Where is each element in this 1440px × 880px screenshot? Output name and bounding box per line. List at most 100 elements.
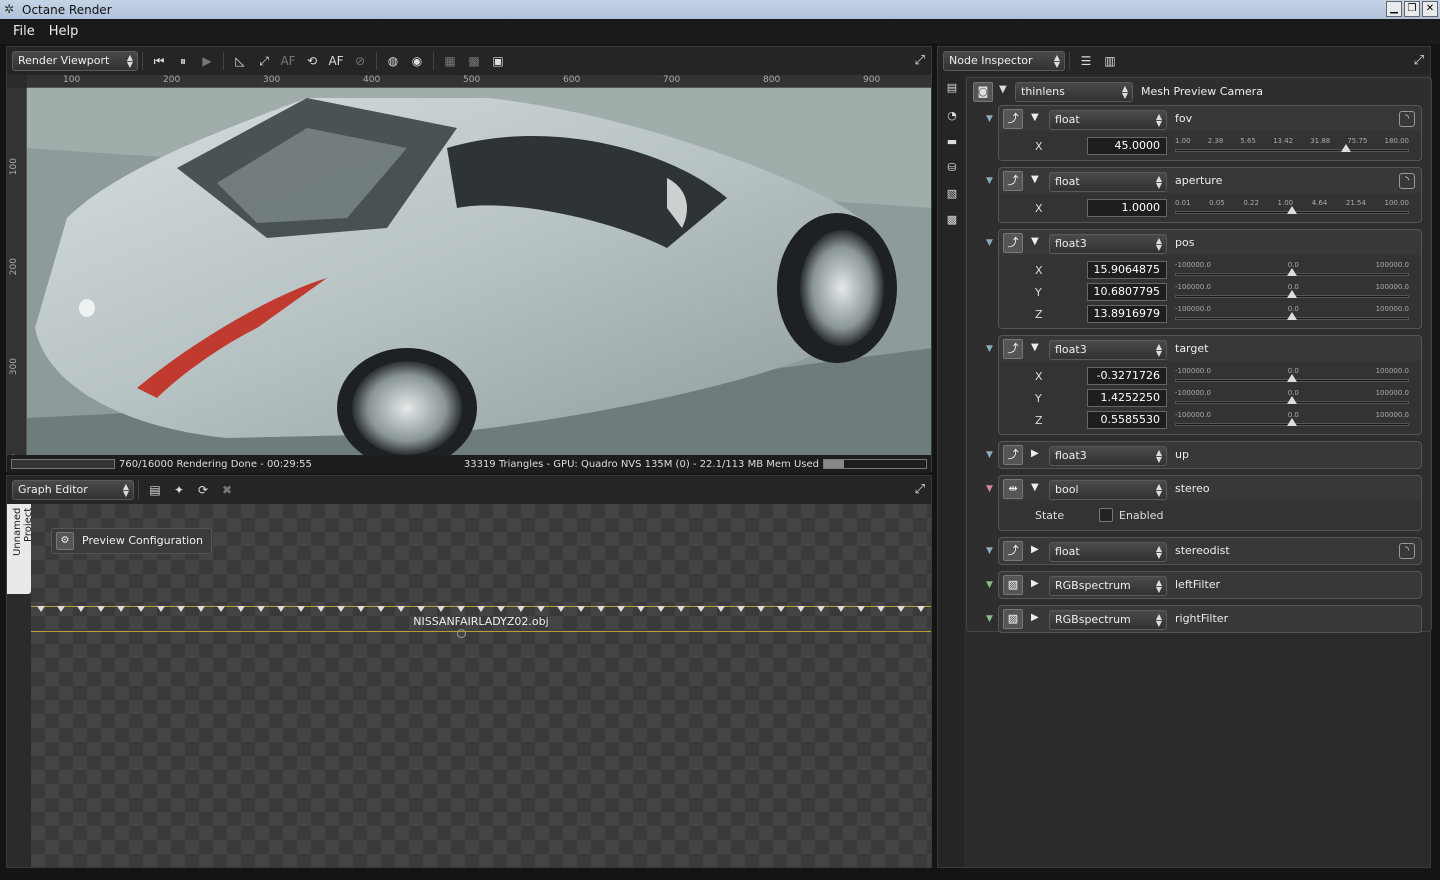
camera-type-selector[interactable]: thinlens ▲ ▼ <box>1015 82 1133 102</box>
resume-render-icon[interactable]: ▶ <box>195 51 219 71</box>
mesh-input-pin[interactable] <box>177 606 185 612</box>
collapse-triangle-icon[interactable]: ▼ <box>1031 174 1039 185</box>
mesh-input-pin[interactable] <box>277 606 285 612</box>
attribute-slider[interactable]: 1.00 2.38 5.65 13.42 31.88 75.75 180.00 <box>1175 137 1409 155</box>
recenter-icon[interactable]: ⟲ <box>300 51 324 71</box>
graph-canvas[interactable]: ⚙ Preview Configuration NISSANFAIRLADYZ0… <box>31 504 931 867</box>
mesh-input-pin[interactable] <box>837 606 845 612</box>
mesh-input-pin[interactable] <box>257 606 265 612</box>
pin-expand-icon[interactable]: ▼ <box>986 114 993 124</box>
attribute-value-field[interactable]: -0.3271726 <box>1087 367 1167 385</box>
slider-thumb[interactable] <box>1340 144 1351 152</box>
pin-expand-icon[interactable]: ▼ <box>986 614 993 624</box>
stereo-enabled-checkbox[interactable] <box>1099 508 1113 522</box>
camera-icon[interactable]: ◔ <box>944 109 960 125</box>
preview-configuration-node[interactable]: ⚙ Preview Configuration <box>51 528 212 554</box>
kernel-icon[interactable]: ▩ <box>944 213 960 229</box>
autofocus-button[interactable]: AF <box>324 51 348 71</box>
mesh-input-pin[interactable] <box>357 606 365 612</box>
mesh-input-pin[interactable] <box>117 606 125 612</box>
mesh-input-pin[interactable] <box>237 606 245 612</box>
restart-render-icon[interactable]: ⏮ <box>147 51 171 71</box>
node-type-selector[interactable]: float ▲ ▼ <box>1049 110 1167 130</box>
curve-icon[interactable]: ◝ <box>1399 173 1415 189</box>
object-picker-icon[interactable]: ◉ <box>405 51 429 71</box>
slider-thumb[interactable] <box>1287 312 1297 320</box>
mesh-input-pin[interactable] <box>557 606 565 612</box>
node-type-icon[interactable]: ⤴ <box>1003 541 1023 561</box>
mesh-input-pin[interactable] <box>677 606 685 612</box>
mesh-input-pin[interactable] <box>517 606 525 612</box>
mesh-input-pin[interactable] <box>477 606 485 612</box>
mesh-input-pin[interactable] <box>657 606 665 612</box>
node-type-icon[interactable]: ⤴ <box>1003 109 1023 129</box>
collapse-all-icon[interactable]: ☰ <box>1074 51 1098 71</box>
mesh-input-pin[interactable] <box>497 606 505 612</box>
mesh-input-pin[interactable] <box>597 606 605 612</box>
mesh-input-pin[interactable] <box>297 606 305 612</box>
menu-help[interactable]: Help <box>42 24 86 39</box>
close-button[interactable]: ✕ <box>1422 1 1438 17</box>
slider-thumb[interactable] <box>1287 374 1297 382</box>
pin-expand-icon[interactable]: ▼ <box>986 176 993 186</box>
pin-expand-icon[interactable]: ▼ <box>986 580 993 590</box>
project-side-tab[interactable]: Unnamed Project <box>7 504 34 594</box>
pin-expand-icon[interactable]: ▼ <box>986 484 993 494</box>
autofocus-dim-icon[interactable]: AF <box>276 51 300 71</box>
mesh-input-pin[interactable] <box>637 606 645 612</box>
render-image[interactable] <box>27 88 931 455</box>
node-row-up[interactable]: ⤴ ▶ float3 ▲ ▼ up <box>998 441 1422 469</box>
mesh-input-pin[interactable] <box>917 606 925 612</box>
node-row-pos[interactable]: ⤴ ▼ float3 ▲ ▼ pos <box>998 229 1422 257</box>
pause-render-icon[interactable]: ⏸ <box>171 51 195 71</box>
attribute-value-field[interactable]: 13.8916979 <box>1087 305 1167 323</box>
mesh-input-pin[interactable] <box>437 606 445 612</box>
slider-thumb[interactable] <box>1287 396 1297 404</box>
mesh-input-pin[interactable] <box>337 606 345 612</box>
viewport-selector[interactable]: Render Viewport ▲ ▼ <box>12 51 138 71</box>
expand-triangle-icon[interactable]: ▶ <box>1031 544 1039 555</box>
node-type-icon[interactable]: ⤴ <box>1003 339 1023 359</box>
delete-node-icon[interactable]: ✖ <box>215 480 239 500</box>
mesh-input-pin[interactable] <box>157 606 165 612</box>
camera-node-icon[interactable]: ◙ <box>973 82 993 102</box>
mesh-icon[interactable]: ⛁ <box>944 161 960 177</box>
attribute-value-field[interactable]: 15.9064875 <box>1087 261 1167 279</box>
node-type-selector[interactable]: RGBspectrum ▲ ▼ <box>1049 576 1167 596</box>
mesh-input-pin[interactable] <box>877 606 885 612</box>
curve-icon[interactable]: ◝ <box>1399 111 1415 127</box>
mesh-input-pin[interactable] <box>757 606 765 612</box>
pin-expand-icon[interactable]: ▼ <box>986 546 993 556</box>
node-row-stereo[interactable]: ⇹ ▼ bool ▲ ▼ stereo <box>998 475 1422 503</box>
maximize-inspector-icon[interactable]: ⤢ <box>1414 53 1424 68</box>
attribute-value-field[interactable]: 0.5585530 <box>1087 411 1167 429</box>
node-type-selector[interactable]: RGBspectrum ▲ ▼ <box>1049 610 1167 630</box>
slider-thumb[interactable] <box>1287 206 1297 214</box>
node-row-aperture[interactable]: ⤴ ▼ float ▲ ▼ aperture ◝ <box>998 167 1422 195</box>
mesh-node[interactable]: NISSANFAIRLADYZ02.obj <box>31 606 931 638</box>
render-target-icon[interactable]: ▤ <box>944 81 960 97</box>
mesh-input-pin[interactable] <box>397 606 405 612</box>
attribute-slider[interactable]: -100000.0 0.0 100000.0 <box>1175 389 1409 407</box>
zoom-region-icon[interactable]: ⤢ <box>252 51 276 71</box>
mesh-input-pin[interactable] <box>457 606 465 612</box>
slider-thumb[interactable] <box>1287 418 1297 426</box>
curve-icon[interactable]: ◝ <box>1399 543 1415 559</box>
attribute-value-field[interactable]: 45.0000 <box>1087 137 1167 155</box>
mesh-input-pin[interactable] <box>737 606 745 612</box>
collapse-triangle-icon[interactable]: ▼ <box>1031 112 1039 123</box>
mesh-output-pin[interactable] <box>457 629 466 638</box>
attribute-slider[interactable]: -100000.0 0.0 100000.0 <box>1175 367 1409 385</box>
imager-icon[interactable]: ▬ <box>944 135 960 151</box>
mesh-input-pin[interactable] <box>97 606 105 612</box>
attribute-value-field[interactable]: 1.0000 <box>1087 199 1167 217</box>
maximize-graph-editor-icon[interactable]: ⤢ <box>915 482 925 497</box>
refresh-graph-icon[interactable]: ⟳ <box>191 480 215 500</box>
node-type-selector[interactable]: float3 ▲ ▼ <box>1049 340 1167 360</box>
expand-triangle-icon[interactable]: ▶ <box>1031 448 1039 459</box>
mesh-input-pin[interactable] <box>37 606 45 612</box>
node-row-leftFilter[interactable]: ▨ ▶ RGBspectrum ▲ ▼ leftFilter <box>998 571 1422 599</box>
node-row-stereodist[interactable]: ⤴ ▶ float ▲ ▼ stereodist ◝ <box>998 537 1422 565</box>
collapse-triangle-icon[interactable]: ▼ <box>1031 482 1039 493</box>
restore-button[interactable]: ❐ <box>1404 1 1420 17</box>
